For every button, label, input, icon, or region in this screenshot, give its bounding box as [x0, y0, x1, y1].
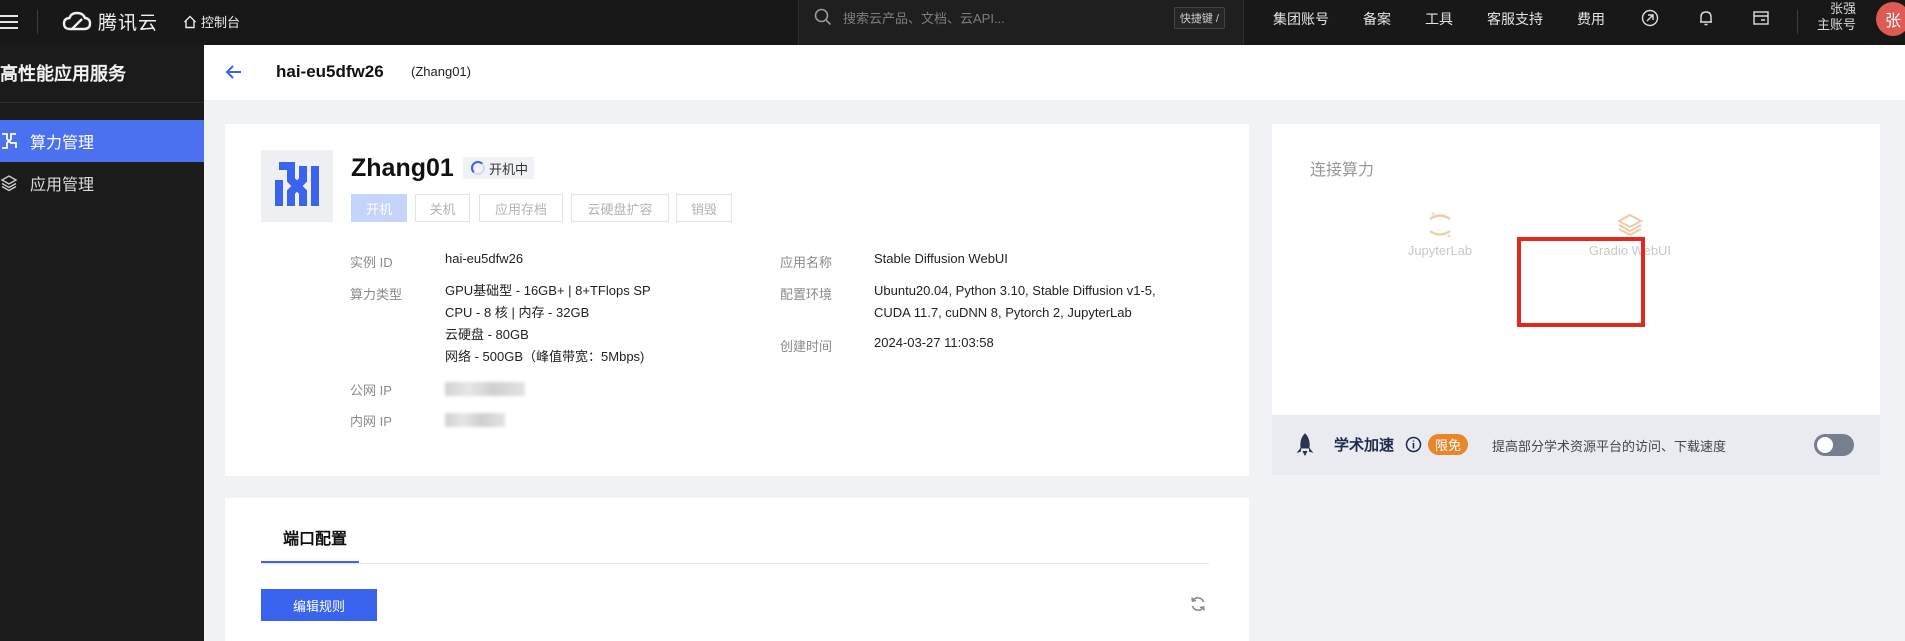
stop-button[interactable]: 关机	[415, 194, 470, 222]
brand-logo[interactable]: 腾讯云	[62, 8, 158, 35]
page-subtitle: (Zhang01)	[411, 64, 471, 79]
gradio-icon	[1616, 213, 1644, 237]
compute-icon	[2, 133, 17, 149]
console-link[interactable]: 控制台	[183, 12, 240, 31]
spec-line: CPU - 8 核 | 内存 - 32GB	[445, 305, 590, 320]
compute-type-label: 算力类型	[350, 287, 403, 302]
connect-title: 连接算力	[1310, 162, 1375, 179]
created-value: 2024-03-27 11:03:58	[874, 335, 994, 350]
port-config-card: 端口配置 编辑规则	[225, 498, 1249, 641]
search-icon	[814, 8, 832, 26]
free-badge: 限免	[1428, 434, 1469, 455]
instance-name: Zhang01	[351, 154, 454, 182]
divider	[37, 10, 38, 34]
page-title: hai-eu5dfw26	[276, 62, 384, 81]
divider	[1797, 10, 1798, 34]
created-label: 创建时间	[780, 339, 833, 354]
public-ip-label: 公网 IP	[350, 383, 392, 398]
sidebar-item-label: 算力管理	[30, 135, 95, 152]
academic-accel-bar: 学术加速 限免 提高部分学术资源平台的访问、下载速度	[1272, 415, 1880, 475]
public-ip-redacted	[445, 382, 525, 396]
start-button[interactable]: 开机	[351, 194, 407, 222]
workorder-icon[interactable]	[1751, 8, 1771, 28]
archive-button[interactable]: 应用存档	[479, 194, 563, 222]
loading-icon	[471, 161, 485, 175]
bell-icon[interactable]	[1696, 8, 1716, 28]
divider	[261, 563, 1209, 564]
spec-line: 网络 - 500GB（峰值带宽：5Mbps)	[445, 349, 645, 364]
sidebar-item-label: 应用管理	[30, 177, 95, 194]
destroy-button[interactable]: 销毁	[676, 194, 732, 222]
jupyterlab-label: JupyterLab	[1407, 243, 1473, 258]
search-input[interactable]: 搜索云产品、文档、云API...	[843, 8, 1005, 27]
rocket-icon	[1296, 433, 1314, 457]
accel-title: 学术加速	[1334, 437, 1395, 454]
console-label: 控制台	[201, 15, 241, 30]
instance-id-label: 实例 ID	[350, 255, 393, 270]
status-text: 开机中	[489, 161, 529, 177]
nav-billing[interactable]: 费用	[1577, 9, 1605, 29]
divider	[0, 102, 204, 103]
hai-logo-icon	[275, 162, 319, 206]
cloud-logo-icon	[62, 11, 92, 30]
env-label: 配置环境	[780, 287, 833, 302]
private-ip-label: 内网 IP	[350, 414, 392, 429]
nav-filing[interactable]: 备案	[1363, 9, 1391, 29]
account-info[interactable]: 张强 主账号	[1808, 1, 1856, 33]
spec-line: GPU基础型 - 16GB+ | 8+TFlops SP	[445, 283, 651, 298]
env-line: CUDA 11.7, cuDNN 8, Pytorch 2, JupyterLa…	[874, 305, 1132, 320]
instance-logo	[261, 150, 333, 222]
private-ip-redacted	[445, 413, 505, 427]
top-bar: 腾讯云 控制台 搜索云产品、文档、云API... 快捷键 / 集团账号 备案 工…	[0, 0, 1905, 45]
sidebar-item-compute[interactable]: 算力管理	[0, 120, 204, 162]
brand-name: 腾讯云	[98, 13, 159, 34]
global-search[interactable]: 搜索云产品、文档、云API... 快捷键 /	[798, 0, 1244, 45]
instance-id-value: hai-eu5dfw26	[445, 251, 524, 266]
nav-tools[interactable]: 工具	[1425, 9, 1453, 29]
spec-line: 云硬盘 - 80GB	[445, 327, 529, 342]
nav-support[interactable]: 客服支持	[1487, 9, 1543, 29]
env-line: Ubuntu20.04, Python 3.10, Stable Diffusi…	[874, 283, 1156, 298]
sidebar-title: 高性能应用服务	[0, 64, 126, 84]
service-icon[interactable]	[1640, 8, 1660, 28]
home-icon	[184, 15, 196, 28]
shortcut-hint: 快捷键 /	[1173, 7, 1225, 29]
info-icon[interactable]	[1405, 436, 1422, 453]
avatar[interactable]: 张	[1876, 2, 1905, 36]
tab-port-config[interactable]: 端口配置	[283, 525, 347, 549]
account-type: 主账号	[1816, 17, 1856, 32]
refresh-icon[interactable]	[1189, 595, 1207, 613]
compute-type-value: GPU基础型 - 16GB+ | 8+TFlops SP CPU - 8 核 |…	[445, 280, 651, 368]
instance-card: Zhang01 开机中 开机 关机 应用存档 云硬盘扩容 销毁 实例 ID ha…	[225, 124, 1249, 476]
expand-disk-button[interactable]: 云硬盘扩容	[571, 194, 669, 222]
account-name: 张强	[1829, 1, 1856, 16]
jupyter-icon	[1429, 212, 1451, 238]
page-header: hai-eu5dfw26 (Zhang01)	[204, 45, 1905, 100]
env-value: Ubuntu20.04, Python 3.10, Stable Diffusi…	[874, 280, 1156, 324]
menu-icon[interactable]	[0, 12, 20, 32]
app-name-value: Stable Diffusion WebUI	[874, 251, 1008, 266]
back-arrow-icon[interactable]	[224, 62, 244, 82]
jupyterlab-entry[interactable]: JupyterLab	[1385, 210, 1495, 258]
accel-toggle[interactable]	[1814, 434, 1854, 456]
nav-group-account[interactable]: 集团账号	[1273, 9, 1329, 29]
app-name-label: 应用名称	[780, 255, 833, 270]
status-badge: 开机中	[463, 157, 535, 179]
highlight-box	[1517, 237, 1645, 327]
sidebar-item-apps[interactable]: 应用管理	[0, 162, 204, 204]
layers-icon	[0, 175, 18, 192]
edit-rules-button[interactable]: 编辑规则	[261, 589, 377, 621]
accel-desc: 提高部分学术资源平台的访问、下载速度	[1492, 439, 1727, 454]
sidebar: 高性能应用服务 算力管理 应用管理	[0, 45, 204, 641]
